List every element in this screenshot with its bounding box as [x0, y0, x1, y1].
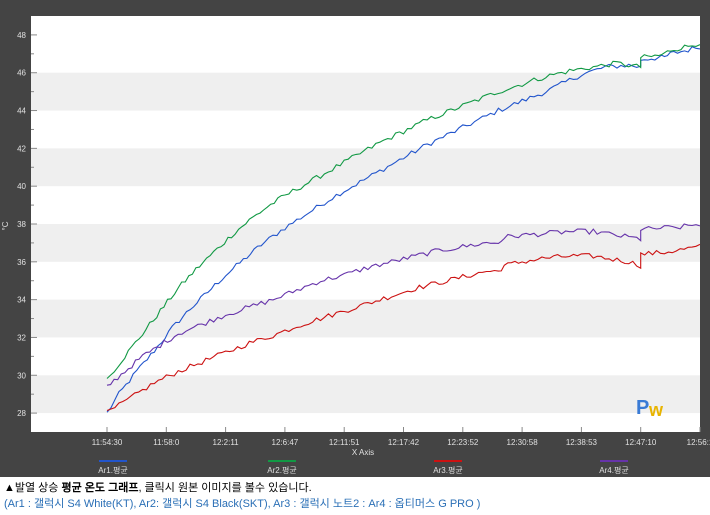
caption-bold-title: 평균 온도 그래프 [61, 482, 139, 494]
y-tick-label: 38 [17, 220, 26, 229]
caption: ▲발열 상승 평균 온도 그래프, 클릭시 원본 이미지를 볼수 있습니다. (… [4, 480, 706, 512]
x-tick-label: 12:47:10 [625, 438, 657, 447]
y-tick-label: 34 [17, 296, 26, 305]
pw-logo-icon: P w [636, 394, 672, 420]
x-tick-label: 12:17:42 [388, 438, 420, 447]
y-axis-label: °C [1, 221, 10, 230]
svg-text:w: w [648, 400, 664, 420]
y-tick-label: 30 [17, 371, 26, 380]
caption-line-1: ▲발열 상승 평균 온도 그래프, 클릭시 원본 이미지를 볼수 있습니다. [4, 480, 706, 496]
x-tick-label: 12:23:52 [447, 438, 479, 447]
temperature-chart: 28 30 32 34 36 38 40 42 44 46 48 °C 11:54:30 11:58:0 1… [1, 16, 710, 475]
y-tick-label: 32 [17, 333, 26, 342]
y-tick-label: 28 [17, 409, 26, 418]
legend-label-1: Ar1.평균 [98, 465, 127, 475]
y-tick-label: 40 [17, 182, 26, 191]
x-tick-label: 12:30:58 [507, 438, 539, 447]
x-tick-label: 12:38:53 [566, 438, 598, 447]
x-tick-label: 12:6:47 [272, 438, 299, 447]
x-tick-label: 12:11:51 [329, 438, 360, 447]
caption-line-2: (Ar1 : 갤럭시 S4 White(KT), Ar2: 갤럭시 S4 Bla… [4, 498, 481, 510]
x-tick-label: 11:58:0 [153, 438, 180, 447]
y-tick-label: 42 [17, 144, 26, 153]
legend-label-3: Ar3.평균 [433, 465, 462, 475]
legend-label-4: Ar4.평균 [599, 465, 628, 475]
grid-band [31, 72, 700, 111]
x-tick-label: 12:2:11 [213, 438, 240, 447]
x-tick-label: 12:56:1 [687, 438, 710, 447]
legend-label-2: Ar2.평균 [267, 465, 296, 475]
grid-band [31, 148, 700, 187]
caption-prefix: ▲발열 상승 [4, 482, 62, 494]
y-tick-label: 48 [17, 31, 26, 40]
x-tick-label: 11:54:30 [92, 438, 123, 447]
svg-text:P: P [636, 397, 649, 419]
y-tick-label: 46 [17, 69, 26, 78]
x-axis-label: X Axis [352, 448, 374, 457]
y-tick-label: 36 [17, 258, 26, 267]
grid-band [31, 375, 700, 414]
caption-suffix: , 클릭시 원본 이미지를 볼수 있습니다. [138, 482, 312, 494]
grid-band [31, 299, 700, 338]
y-tick-label: 44 [17, 107, 26, 116]
